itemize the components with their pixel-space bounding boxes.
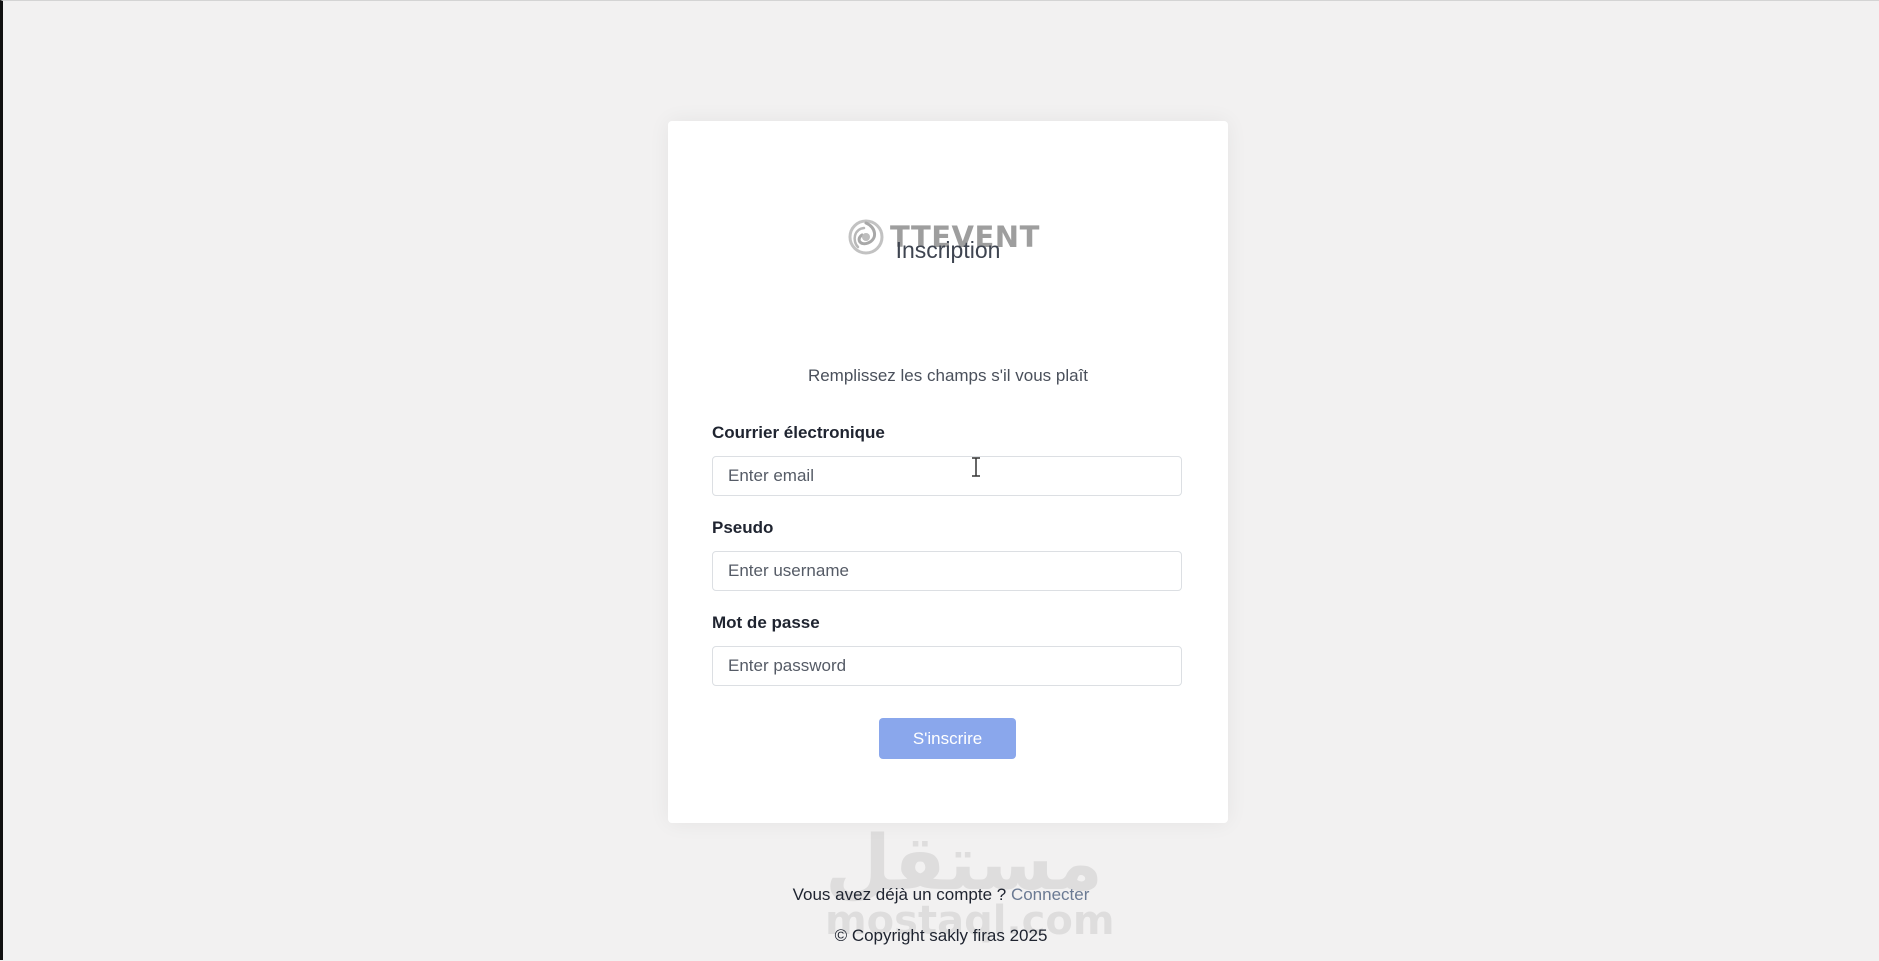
password-input[interactable]	[712, 646, 1182, 686]
username-input[interactable]	[712, 551, 1182, 591]
email-input[interactable]	[712, 456, 1182, 496]
email-label: Courrier électronique	[712, 423, 885, 442]
copyright-text: © Copyright sakly firas 2025	[834, 926, 1048, 945]
form-subtitle: Remplissez les champs s'il vous plaît	[807, 366, 1089, 385]
password-label: Mot de passe	[712, 613, 820, 632]
username-label: Pseudo	[712, 518, 774, 537]
login-prompt-text: Vous avez déjà un compte ?	[792, 885, 1011, 904]
login-link[interactable]: Connecter	[1011, 885, 1089, 904]
signup-button[interactable]: S'inscrire	[879, 718, 1016, 759]
signup-card: TTEVENT Inscription Remplissez les champ…	[668, 121, 1228, 823]
form-title: Inscription	[895, 237, 1001, 263]
text-cursor-icon	[972, 457, 980, 477]
login-prompt-line: Vous avez déjà un compte ? Connecter	[3, 885, 1879, 905]
